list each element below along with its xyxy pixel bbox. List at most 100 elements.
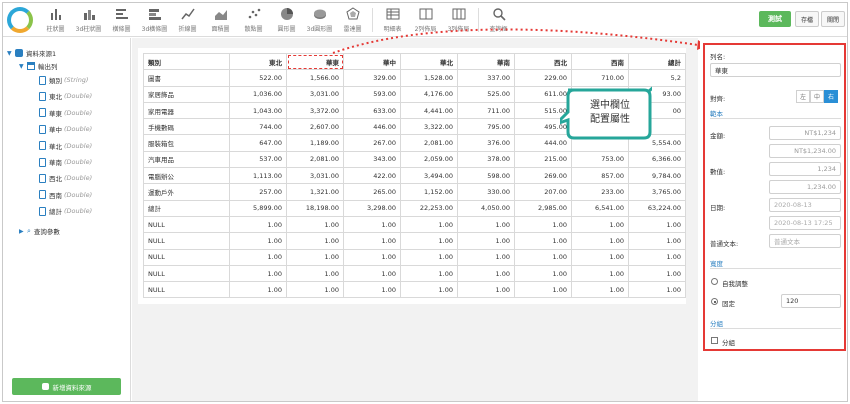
grid-cell[interactable]: 1.00 <box>457 232 515 250</box>
grid-cell[interactable]: 1.00 <box>286 215 344 234</box>
grid-cell[interactable]: 1.00 <box>571 281 629 299</box>
column-header[interactable]: 總計 <box>628 52 686 71</box>
grid-cell[interactable]: 753.00 <box>571 150 629 169</box>
grid-cell[interactable]: 1,321.00 <box>286 183 344 201</box>
caret-down-icon[interactable]: ▼ <box>7 50 15 57</box>
grid-cell[interactable]: 家用電器 <box>143 101 230 120</box>
grid-cell[interactable]: NULL <box>143 215 230 234</box>
grid-cell[interactable]: 1.00 <box>628 215 686 234</box>
grid-cell[interactable]: 1.00 <box>571 248 629 266</box>
grid-cell[interactable]: 1.00 <box>229 281 287 299</box>
grid-cell[interactable]: 1.00 <box>571 215 629 234</box>
grid-cell[interactable]: 63,224.00 <box>628 199 686 217</box>
grid-cell[interactable]: 1.00 <box>457 215 515 234</box>
grid-cell[interactable]: 1,152.00 <box>400 183 458 201</box>
column-header[interactable]: 華中 <box>343 52 401 71</box>
grid-cell[interactable]: 服裝箱包 <box>143 134 230 152</box>
grid-cell[interactable]: 446.00 <box>343 118 401 136</box>
add-datasource-button[interactable]: 新增資料來源 <box>12 378 121 395</box>
tree-field[interactable]: 華東 (Double) <box>39 107 92 119</box>
grid-cell[interactable]: 857.00 <box>571 167 629 185</box>
grid-cell[interactable]: 3,372.00 <box>286 101 344 120</box>
column-header[interactable]: 華南 <box>457 52 515 71</box>
date-sample-2[interactable]: 2020-08-13 17:25 <box>769 216 841 230</box>
grid-cell[interactable]: 1.00 <box>514 264 572 283</box>
grid-cell[interactable]: 1.00 <box>457 281 515 299</box>
toolbar-button-bar-chart-3d[interactable]: 3d柱狀圖 <box>72 4 105 36</box>
grid-cell[interactable]: 1.00 <box>286 264 344 283</box>
grid-cell[interactable]: 電腦辦公 <box>143 167 230 185</box>
grid-cell[interactable]: 710.00 <box>571 69 629 87</box>
grid-cell[interactable]: 1,189.00 <box>286 134 344 152</box>
column-header[interactable]: 類別 <box>143 52 230 71</box>
grid-cell[interactable]: 手機數碼 <box>143 118 230 136</box>
toolbar-button-horizontal-bar-3d[interactable]: 3d橫條圖 <box>138 4 171 36</box>
save-button[interactable]: 存檔 <box>795 11 819 27</box>
grid-cell[interactable]: 1.00 <box>286 281 344 299</box>
grid-cell[interactable]: 229.00 <box>514 69 572 87</box>
grid-cell[interactable]: 1.00 <box>400 215 458 234</box>
grid-cell[interactable]: 378.00 <box>457 150 515 169</box>
grid-cell[interactable]: 運動戶外 <box>143 183 230 201</box>
grid-cell[interactable]: 9,784.00 <box>628 167 686 185</box>
grid-cell[interactable]: NULL <box>143 281 230 299</box>
grid-cell[interactable]: 744.00 <box>229 118 287 136</box>
grid-cell[interactable]: NULL <box>143 248 230 266</box>
tree-field[interactable]: 類別 (String) <box>39 74 88 86</box>
date-sample-1[interactable]: 2020-08-13 <box>769 198 841 212</box>
grid-cell[interactable]: 1.00 <box>229 232 287 250</box>
grid-cell[interactable]: 1.00 <box>343 232 401 250</box>
grid-cell[interactable]: 4,441.00 <box>400 101 458 120</box>
align-center-button[interactable]: 中 <box>810 90 824 103</box>
auto-width-radio[interactable] <box>711 278 718 285</box>
grid-cell[interactable]: 1.00 <box>400 281 458 299</box>
align-right-button[interactable]: 右 <box>824 90 838 103</box>
grid-cell[interactable]: 1.00 <box>343 281 401 299</box>
grid-cell[interactable]: 3,298.00 <box>343 199 401 217</box>
grid-cell[interactable]: 3,322.00 <box>400 118 458 136</box>
grid-cell[interactable]: 2,059.00 <box>400 150 458 169</box>
grid-cell[interactable]: 1.00 <box>343 264 401 283</box>
group-checkbox[interactable] <box>711 337 718 344</box>
toolbar-button-line-chart[interactable]: 折線圖 <box>171 4 204 36</box>
grid-cell[interactable]: 1.00 <box>286 248 344 266</box>
grid-cell[interactable]: 1,528.00 <box>400 69 458 87</box>
column-header[interactable]: 西北 <box>514 52 572 71</box>
grid-cell[interactable]: 711.00 <box>457 101 515 120</box>
fixed-width-input[interactable]: 120 <box>781 294 841 308</box>
grid-cell[interactable]: 1.00 <box>628 232 686 250</box>
tree-query-params[interactable]: ▶ ⌕ 查詢參數 <box>19 225 60 237</box>
grid-cell[interactable]: 593.00 <box>343 85 401 103</box>
grid-cell[interactable]: 4,176.00 <box>400 85 458 103</box>
grid-cell[interactable]: 329.00 <box>343 69 401 87</box>
tree-field[interactable]: 總計 (Double) <box>39 205 92 217</box>
grid-cell[interactable]: 3,031.00 <box>286 85 344 103</box>
text-sample[interactable]: 普通文本 <box>769 234 841 248</box>
grid-cell[interactable]: 647.00 <box>229 134 287 152</box>
number-sample-2[interactable]: 1,234.00 <box>769 180 841 194</box>
grid-cell[interactable]: 5,899.00 <box>229 199 287 217</box>
grid-cell[interactable]: 1.00 <box>400 264 458 283</box>
amount-sample-2[interactable]: NT$1,234.00 <box>769 144 841 158</box>
tree-field[interactable]: 華中 (Double) <box>39 123 92 135</box>
toolbar-button-two-column-layout[interactable]: 2列佈局 <box>409 4 442 36</box>
grid-cell[interactable]: 1.00 <box>628 264 686 283</box>
tree-output[interactable]: ▼ 輸出列 <box>19 60 58 72</box>
grid-cell[interactable]: 598.00 <box>457 167 515 185</box>
toolbar-button-search[interactable]: 查詢框 <box>482 4 515 36</box>
caret-down-icon[interactable]: ▼ <box>19 63 27 70</box>
grid-cell[interactable]: 1.00 <box>571 264 629 283</box>
grid-cell[interactable]: 1.00 <box>229 248 287 266</box>
grid-cell[interactable]: 3,765.00 <box>628 183 686 201</box>
grid-cell[interactable]: 525.00 <box>457 85 515 103</box>
grid-cell[interactable]: 1.00 <box>628 248 686 266</box>
tree-field[interactable]: 西南 (Double) <box>39 189 92 201</box>
grid-cell[interactable]: 207.00 <box>514 183 572 201</box>
test-button[interactable]: 測試 <box>759 11 791 27</box>
tree-field[interactable]: 華北 (Double) <box>39 140 92 152</box>
toolbar-button-scatter-chart[interactable]: 散點圖 <box>237 4 270 36</box>
toolbar-button-radar-chart[interactable]: 雷達圖 <box>336 4 369 36</box>
grid-cell[interactable]: 6,541.00 <box>571 199 629 217</box>
close-button[interactable]: 關閉 <box>821 11 845 27</box>
grid-cell[interactable]: 1.00 <box>400 248 458 266</box>
